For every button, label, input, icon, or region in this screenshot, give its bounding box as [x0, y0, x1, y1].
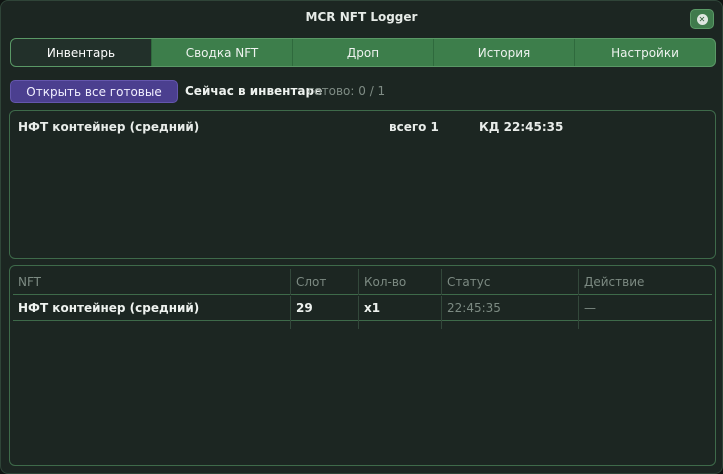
cell-status: 22:45:35	[441, 296, 578, 321]
cell-nft-name: НФТ контейнер (средний)	[18, 301, 200, 315]
table-header: NFT Слот Кол-во Статус Действие	[13, 269, 712, 295]
tab-settings[interactable]: Настройки	[575, 39, 715, 66]
table-row[interactable]: НФТ контейнер (средний) 29 x1 22:45:35 —	[13, 296, 712, 321]
close-button[interactable]: ✕	[690, 9, 714, 29]
cell-quantity: x1	[358, 296, 441, 321]
list-item[interactable]: НФТ контейнер (средний) всего 1 КД 22:45…	[10, 120, 715, 136]
tab-drop[interactable]: Дроп	[293, 39, 434, 66]
item-name: НФТ контейнер (средний)	[18, 120, 200, 134]
column-divider	[578, 321, 579, 329]
inventory-toolbar: Открыть все готовые Сейчас в инвентаре г…	[10, 80, 716, 103]
inventory-heading: Сейчас в инвентаре	[185, 84, 323, 98]
tab-bar: Инвентарь Сводка NFT Дроп История Настро…	[10, 38, 716, 67]
inventory-list-panel: НФТ контейнер (средний) всего 1 КД 22:45…	[9, 110, 716, 259]
column-header-quantity[interactable]: Кол-во	[358, 269, 441, 295]
column-header-nft[interactable]: NFT	[13, 269, 290, 295]
tab-nft-summary[interactable]: Сводка NFT	[152, 39, 293, 66]
cell-action[interactable]: —	[578, 296, 712, 321]
tab-inventory[interactable]: Инвентарь	[11, 39, 152, 66]
column-header-action[interactable]: Действие	[578, 269, 712, 295]
ready-count: готово: 0 / 1	[308, 84, 386, 98]
title-bar: MCR NFT Logger ✕	[1, 1, 722, 35]
column-header-slot[interactable]: Слот	[290, 269, 358, 295]
item-total: всего 1	[389, 120, 439, 134]
item-cooldown: КД 22:45:35	[479, 120, 564, 134]
nft-table: NFT Слот Кол-во Статус Действие НФТ конт…	[9, 265, 716, 466]
close-icon: ✕	[696, 13, 708, 25]
column-header-status[interactable]: Статус	[441, 269, 578, 295]
window-title: MCR NFT Logger	[305, 10, 418, 24]
column-divider	[441, 321, 442, 329]
app-window: MCR NFT Logger ✕ Инвентарь Сводка NFT Др…	[0, 0, 723, 474]
column-divider	[290, 321, 291, 329]
cell-slot: 29	[290, 296, 358, 321]
tab-history[interactable]: История	[434, 39, 575, 66]
column-divider	[358, 321, 359, 329]
open-all-ready-button[interactable]: Открыть все готовые	[10, 80, 178, 103]
